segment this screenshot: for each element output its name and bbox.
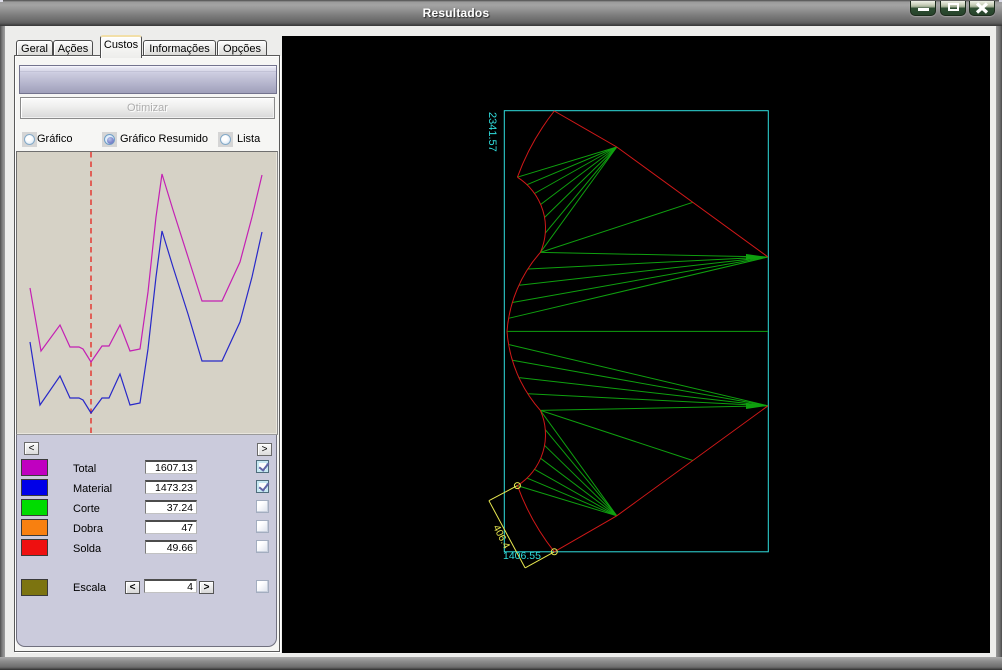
- svg-text:1406.55: 1406.55: [503, 550, 541, 562]
- svg-text:2341.57: 2341.57: [486, 112, 498, 152]
